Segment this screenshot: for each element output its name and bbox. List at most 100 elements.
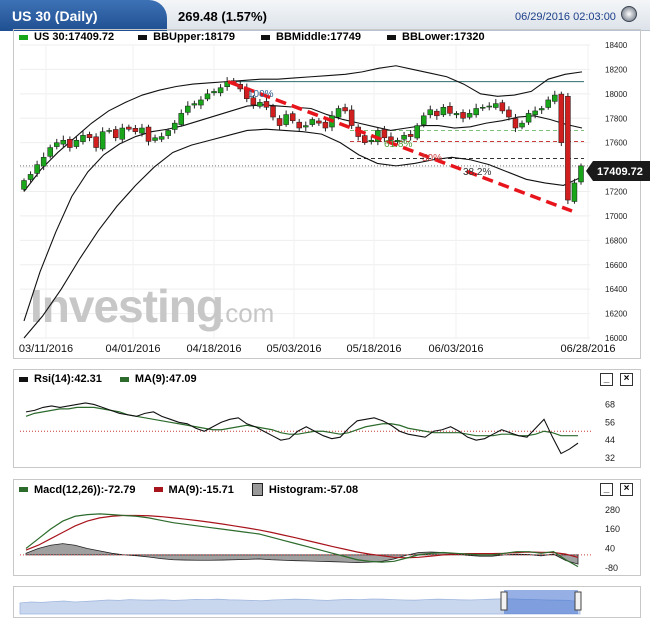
candle-body: [335, 108, 342, 118]
candle-body: [158, 136, 165, 140]
navigator-handle-right: [574, 591, 582, 611]
candle-body: [434, 110, 440, 117]
candle-body: [289, 113, 296, 121]
candle-body: [460, 112, 466, 119]
candle-body: [493, 103, 499, 108]
candle-body: [466, 113, 473, 118]
candle-body: [407, 134, 414, 137]
fib-label-100: 100%: [248, 89, 274, 100]
candle-body: [40, 157, 47, 167]
candle-body: [126, 126, 132, 130]
candle-body: [447, 106, 453, 114]
candle-body: [427, 109, 434, 116]
candle-body: [139, 127, 145, 134]
y-tick-label: 18400: [605, 41, 628, 50]
macd-y-tick: -80: [605, 563, 618, 573]
candle-body: [552, 94, 558, 102]
candle-body: [506, 109, 512, 118]
candle-body: [499, 102, 506, 112]
candle-body: [276, 118, 283, 126]
macd-y-tick: 40: [605, 543, 615, 553]
candle-body: [316, 120, 322, 124]
candle-body: [21, 180, 27, 190]
navigator-chart[interactable]: [0, 586, 650, 618]
y-tick-label: 16200: [605, 310, 628, 319]
candle-body: [257, 102, 263, 107]
candle-body: [152, 137, 158, 141]
candle-body: [34, 164, 40, 174]
x-tick-label: 04/01/2016: [105, 343, 160, 355]
rsi-chart[interactable]: 32 44 56 68: [0, 369, 650, 469]
price-chart[interactable]: 1600016200164001660016800170001720017400…: [0, 0, 650, 360]
candle-body: [296, 121, 302, 129]
candle-body: [171, 122, 178, 130]
macd-signal-line: [25, 514, 579, 559]
candle-body: [99, 131, 106, 150]
y-tick-label: 16000: [605, 334, 628, 343]
x-tick-label: 05/18/2016: [346, 343, 401, 355]
candle-body: [204, 93, 211, 100]
x-tick-label: 04/18/2016: [186, 343, 241, 355]
candle-body: [67, 138, 73, 148]
candle-body: [309, 119, 316, 125]
price-tag-label: 17409.72: [597, 166, 643, 178]
candle-body: [525, 113, 532, 123]
candle-body: [132, 128, 139, 132]
y-tick-label: 18200: [605, 65, 628, 74]
candle-body: [571, 182, 578, 202]
x-tick-label: 06/03/2016: [428, 343, 483, 355]
x-tick-label: 05/03/2016: [266, 343, 321, 355]
candle-body: [440, 107, 447, 116]
y-tick-label: 18000: [605, 90, 628, 99]
macd-chart[interactable]: -80 40 160 280: [0, 479, 650, 579]
candle-body: [112, 129, 119, 139]
candle-body: [545, 99, 551, 108]
y-tick-label: 17200: [605, 188, 628, 197]
candle-body: [270, 106, 276, 118]
candle-body: [322, 121, 329, 129]
candle-body: [191, 103, 198, 106]
candle-body: [263, 101, 270, 108]
navigator-selection: [504, 590, 578, 614]
candle-body: [532, 110, 538, 116]
candle-body: [486, 105, 493, 108]
candle-body: [381, 129, 388, 139]
rsi-y-tick: 44: [605, 435, 615, 445]
x-tick-label: 03/11/2016: [19, 343, 73, 355]
watermark: Investing: [30, 280, 223, 332]
candle-body: [362, 135, 368, 143]
candle-body: [303, 125, 309, 128]
candle-body: [93, 136, 99, 148]
y-tick-label: 16600: [605, 261, 628, 270]
candle-body: [106, 130, 112, 132]
candle-body: [453, 113, 460, 116]
candle-body: [73, 139, 80, 147]
candle-body: [348, 109, 355, 126]
candle-body: [211, 91, 217, 94]
macd-y-tick: 160: [605, 524, 620, 534]
navigator-area: [19, 598, 581, 615]
rsi-y-tick: 32: [605, 453, 615, 463]
y-tick-label: 17000: [605, 212, 628, 221]
navigator-handle-left: [500, 591, 508, 611]
y-tick-label: 16800: [605, 236, 628, 245]
candle-body: [80, 135, 86, 142]
fib-label-50: 50%: [422, 153, 442, 164]
candle-body: [119, 127, 126, 140]
candle-body: [165, 130, 171, 136]
candle-body: [47, 147, 53, 157]
candle-body: [512, 118, 519, 129]
candle-body: [473, 108, 479, 116]
y-tick-label: 17600: [605, 139, 628, 148]
fib-label-38: 38.2%: [463, 167, 491, 178]
candle-body: [145, 126, 152, 142]
candle-body: [185, 105, 191, 113]
candle-body: [178, 113, 185, 125]
candle-body: [283, 114, 289, 125]
candle-body: [479, 107, 486, 109]
candle-body: [414, 125, 420, 139]
candle-body: [198, 99, 204, 106]
candle-body: [538, 108, 545, 111]
candle-body: [578, 165, 584, 183]
rsi-y-tick: 56: [605, 417, 615, 427]
